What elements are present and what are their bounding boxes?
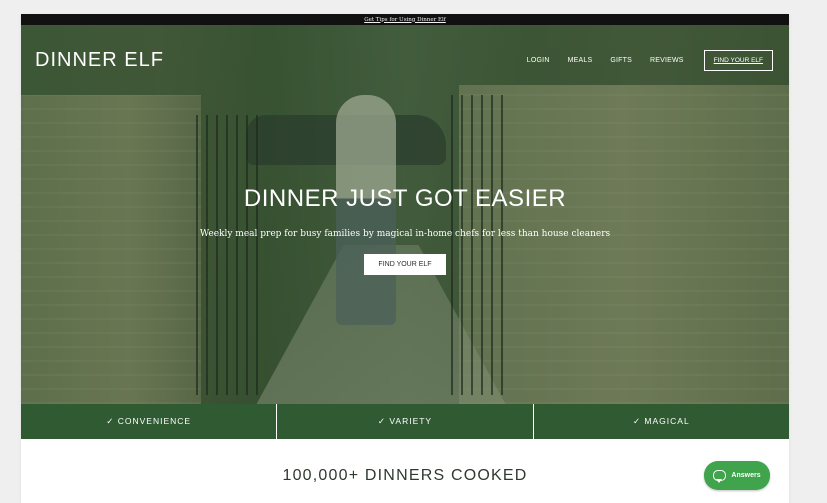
answers-label: Answers xyxy=(731,472,761,479)
tips-link[interactable]: Get Tips for Using Dinner Elf xyxy=(364,17,446,23)
nav-login[interactable]: LOGIN xyxy=(527,57,550,64)
header-find-your-elf-button[interactable]: FIND YOUR ELF xyxy=(703,49,773,71)
nav-reviews[interactable]: REVIEWS xyxy=(650,57,684,64)
chat-icon xyxy=(713,470,727,483)
feature-magical: ✓ MAGICAL xyxy=(632,416,690,426)
site-logo[interactable]: DINNER ELF xyxy=(35,49,164,72)
hero-headline: DINNER JUST GOT EASIER xyxy=(243,185,567,212)
browser-page: Get Tips for Using Dinner Elf DINNER ELF… xyxy=(21,14,789,503)
hero-find-your-elf-button[interactable]: FIND YOUR ELF xyxy=(364,254,446,275)
nav-meals[interactable]: MEALS xyxy=(568,57,593,64)
answers-chat-button[interactable]: Answers xyxy=(704,461,770,490)
hero-content: DINNER JUST GOT EASIER Weekly meal prep … xyxy=(21,185,789,275)
main-nav: LOGIN MEALS GIFTS REVIEWS FIND YOUR ELF xyxy=(527,49,773,71)
hero-subheadline: Weekly meal prep for busy families by ma… xyxy=(199,229,611,239)
announcement-bar: Get Tips for Using Dinner Elf xyxy=(21,14,789,25)
hero-section: DINNER ELF LOGIN MEALS GIFTS REVIEWS FIN… xyxy=(21,25,789,404)
main-header: DINNER ELF LOGIN MEALS GIFTS REVIEWS FIN… xyxy=(21,25,789,95)
nav-gifts[interactable]: GIFTS xyxy=(610,57,632,64)
feature-variety: ✓ VARIETY xyxy=(277,404,534,439)
dinners-cooked-heading: 100,000+ DINNERS COOKED xyxy=(282,467,528,484)
feature-bar: ✓ CONVENIENCE ✓ VARIETY ✓ MAGICAL xyxy=(21,404,789,439)
feature-convenience: ✓ CONVENIENCE xyxy=(21,404,278,439)
